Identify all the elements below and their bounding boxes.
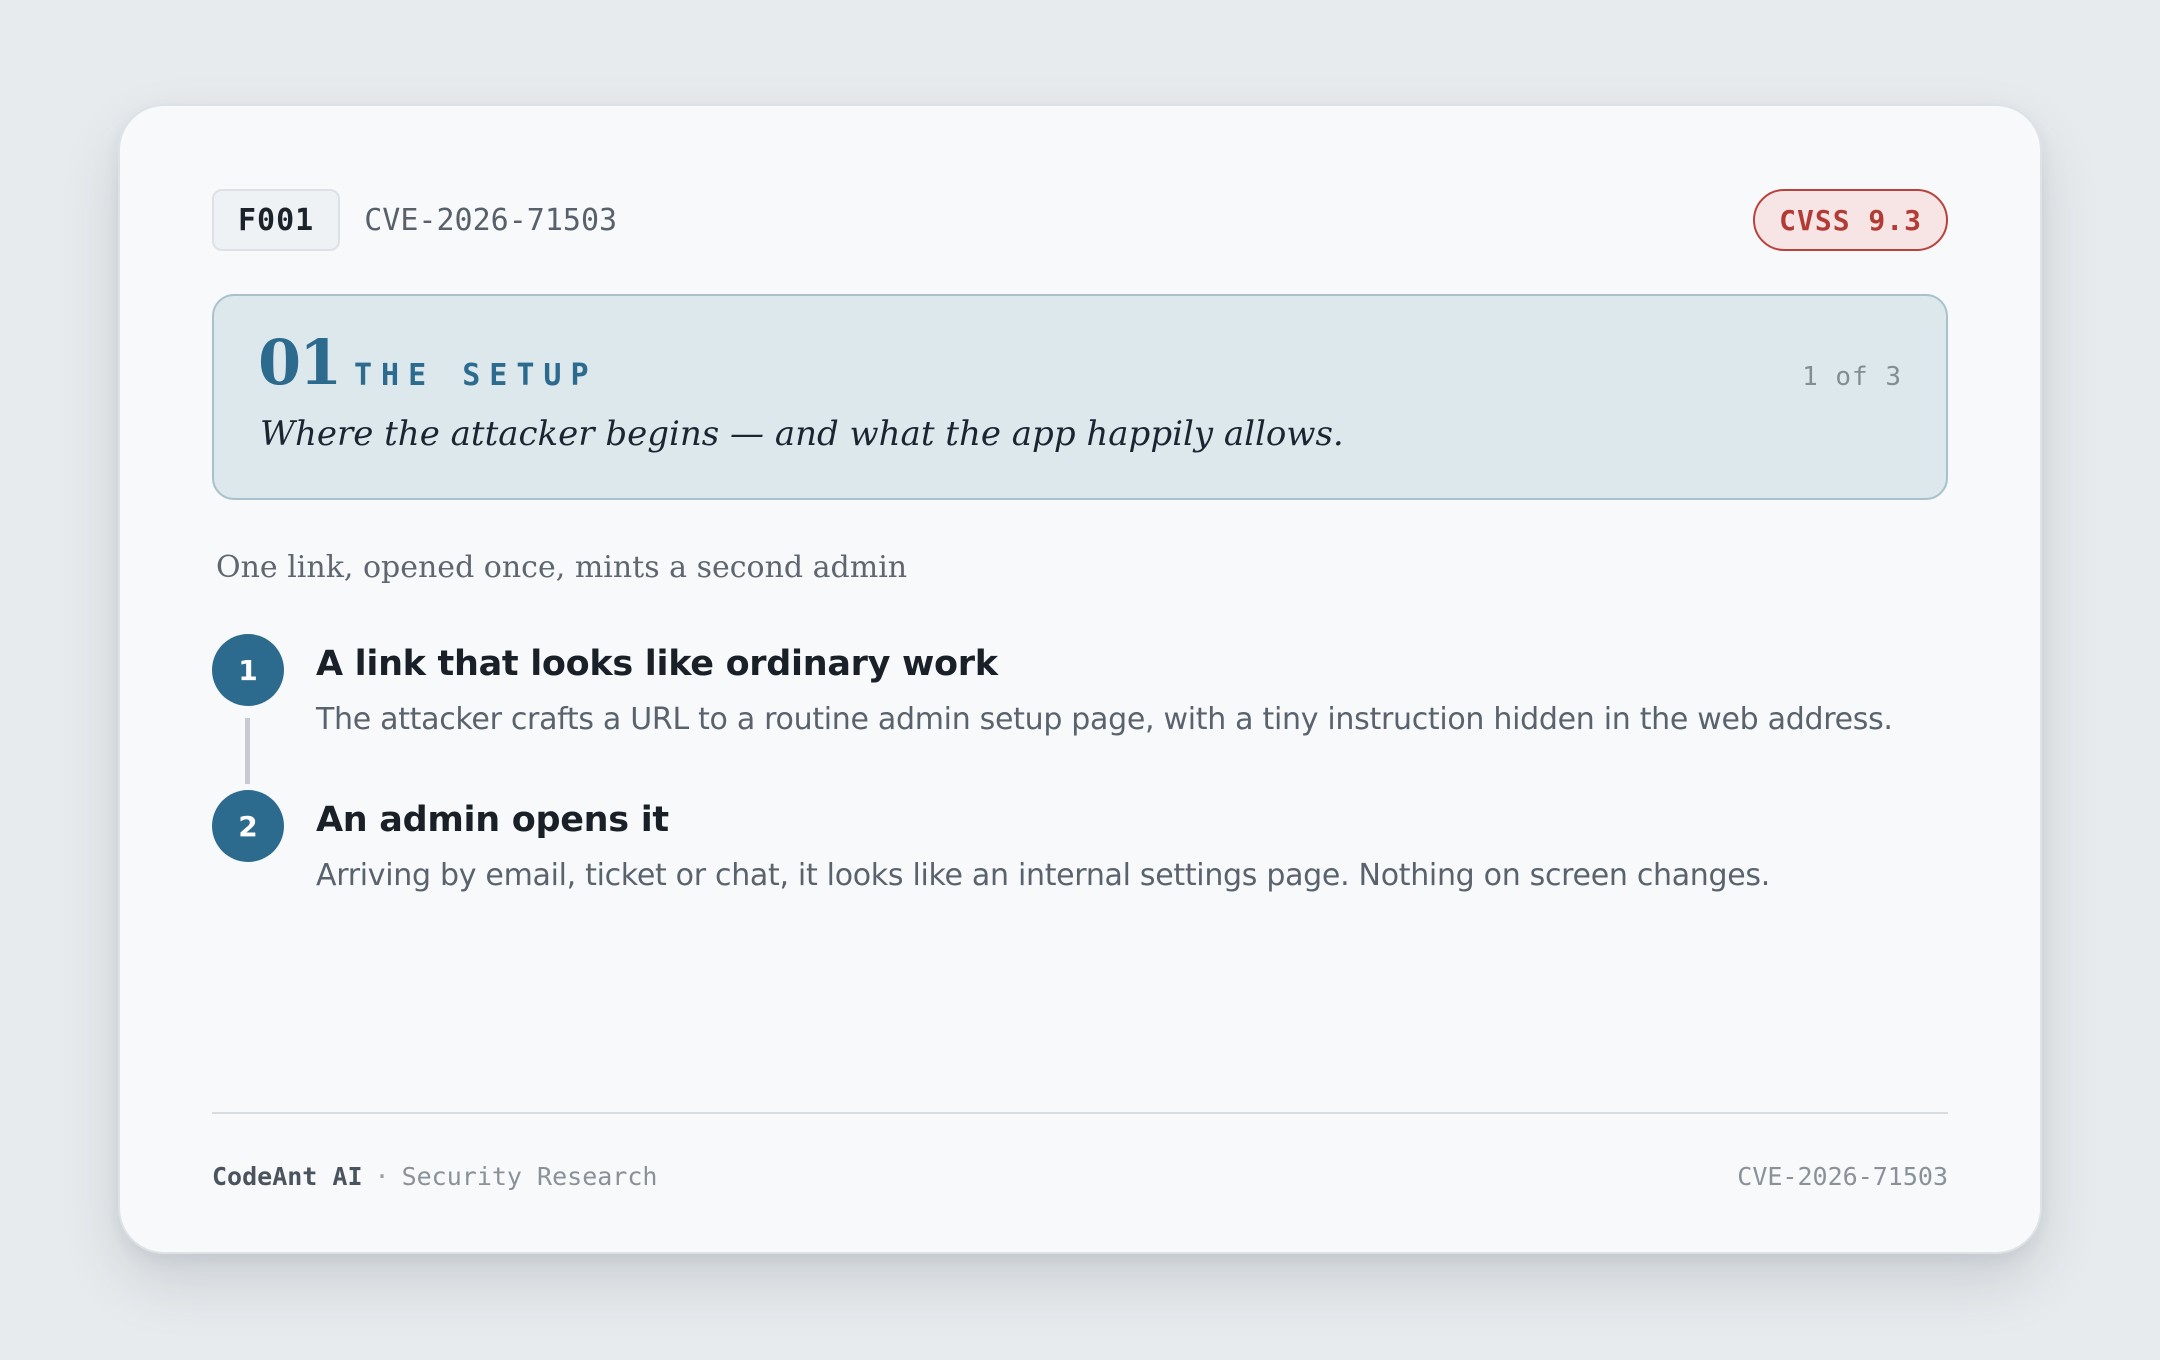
step-connector-line (245, 718, 250, 784)
step-number-badge: 2 (212, 790, 284, 862)
stage-banner: 01 THE SETUP 1 of 3 Where the attacker b… (212, 294, 1948, 500)
footer-cve-identifier: CVE-2026-71503 (1737, 1161, 1948, 1191)
stage-progress: 1 of 3 (1802, 362, 1902, 392)
card-footer: CodeAnt AI · Security Research CVE-2026-… (212, 1156, 1948, 1196)
step-title: A link that looks like ordinary work (316, 644, 998, 684)
footer-divider (212, 1112, 1948, 1114)
step-description: Arriving by email, ticket or chat, it lo… (316, 858, 1770, 893)
step-description: The attacker crafts a URL to a routine a… (316, 702, 1893, 737)
cvss-score-badge: CVSS 9.3 (1753, 189, 1948, 251)
step-title: An admin opens it (316, 800, 669, 840)
step-item: 2 An admin opens it Arriving by email, t… (212, 790, 1948, 910)
card-header: F001 CVE-2026-71503 CVSS 9.3 (212, 188, 1948, 252)
cve-identifier: CVE-2026-71503 (364, 202, 618, 238)
section-title: One link, opened once, mints a second ad… (216, 550, 908, 585)
brand-name: CodeAnt AI (212, 1161, 363, 1191)
step-number-badge: 1 (212, 634, 284, 706)
footer-separator: · (374, 1161, 390, 1191)
step-item: 1 A link that looks like ordinary work T… (212, 634, 1948, 784)
finding-id-chip: F001 (212, 189, 341, 251)
stage-subtitle: Where the attacker begins — and what the… (260, 414, 1344, 454)
department-name: Security Research (401, 1161, 658, 1191)
stage-number: 01 (258, 326, 342, 399)
stage-label: THE SETUP (354, 358, 598, 393)
header-identifiers: F001 CVE-2026-71503 (212, 189, 617, 251)
finding-card: F001 CVE-2026-71503 CVSS 9.3 01 THE SETU… (118, 104, 2042, 1254)
footer-attribution: CodeAnt AI · Security Research (212, 1162, 657, 1191)
